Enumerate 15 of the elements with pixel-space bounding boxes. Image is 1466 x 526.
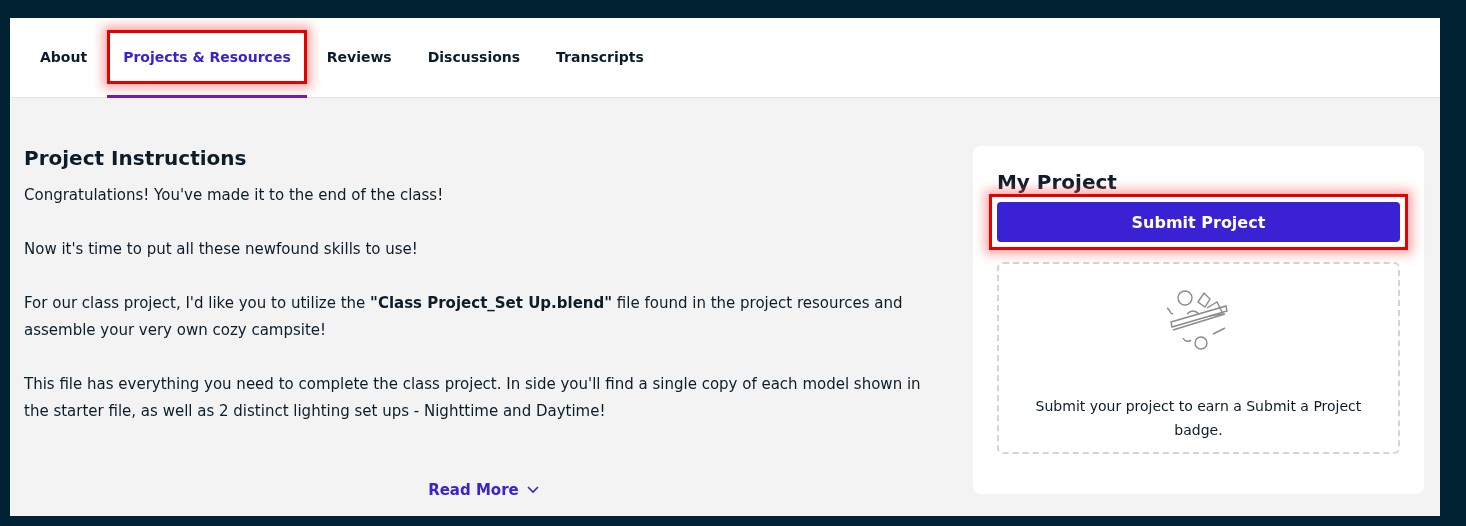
tab[interactable]: Discussions [411,18,537,98]
submit-project-button[interactable]: Submit Project [996,202,1400,242]
tab[interactable]: About [24,18,104,98]
paragraph: Now it's time to put all these newfound skills to use! [24,239,419,260]
paragraph: Congratulations! You've made it to the end of the class! [24,185,445,206]
tab[interactable]: Projects & Resources [107,18,307,98]
read-more-link[interactable]: Read More [422,480,545,500]
tab[interactable]: Transcripts [540,18,660,98]
card-title: My Project [996,170,1118,194]
chevron-down-icon [526,486,539,494]
section-title: Project Instructions [24,146,248,170]
paragraph: This file has everything you need to complete the class project. In side you'll find a single copy of each model shown in the starter file, as well as 2 distinct lighting set ups - Nighttime and Daytime! [24,374,922,422]
tab[interactable]: Reviews [310,18,408,98]
paragraph: For our class project, I'd like you to utilize the "Class Project_Set Up.blend" file found in the project resources and assemble your very own cozy campsite! [24,293,904,341]
empty-state-text: Submit your project to earn a Submit a Project badge. [1034,397,1363,440]
